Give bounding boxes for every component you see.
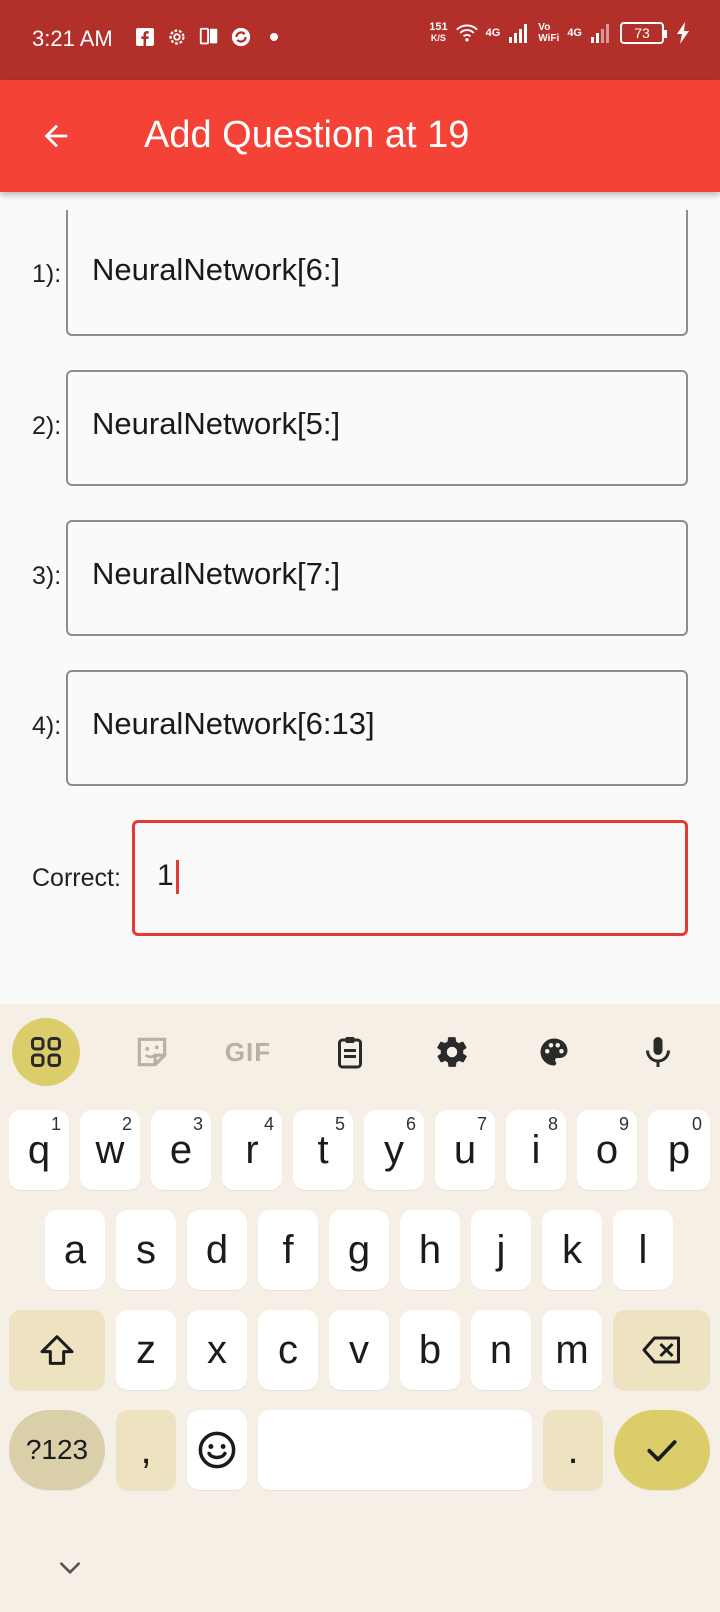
emoji-icon	[198, 1431, 236, 1469]
key-y[interactable]: y6	[364, 1110, 424, 1190]
status-right-icons: 151 K/S 4G Vo WiFi 4G 73	[429, 22, 694, 44]
emoji-key[interactable]	[187, 1410, 247, 1490]
settings-icon	[437, 1037, 467, 1067]
backspace-key[interactable]	[613, 1310, 710, 1390]
correct-answer-value: 1	[157, 859, 179, 895]
key-g[interactable]: g	[329, 1210, 389, 1290]
key-t[interactable]: t5	[293, 1110, 353, 1190]
theme-button[interactable]	[520, 1018, 588, 1086]
key-l[interactable]: l	[613, 1210, 673, 1290]
arrow-back-icon	[44, 124, 68, 148]
palette-icon	[540, 1038, 568, 1066]
clipboard-icon	[338, 1037, 362, 1069]
key-m[interactable]: m	[542, 1310, 602, 1390]
key-i[interactable]: i8	[506, 1110, 566, 1190]
space-key[interactable]	[258, 1410, 532, 1490]
correct-answer-input[interactable]: 1	[132, 820, 688, 936]
more-notifications-dot	[270, 33, 278, 41]
answer-field-3[interactable]: NeuralNetwork[7:]	[66, 520, 688, 636]
status-bar: 3:21 AM 151 K/S 4G Vo WiFi 4G 73	[0, 0, 720, 80]
vowifi-label: Vo WiFi	[538, 22, 560, 44]
key-e[interactable]: e3	[151, 1110, 211, 1190]
hide-keyboard-button[interactable]	[48, 1548, 92, 1588]
signal-icon	[508, 22, 530, 44]
comma-key[interactable]: ,	[116, 1410, 176, 1490]
done-key[interactable]	[614, 1410, 710, 1490]
key-r[interactable]: r4	[222, 1110, 282, 1190]
sticker-icon	[137, 1037, 167, 1067]
key-d[interactable]: d	[187, 1210, 247, 1290]
microphone-icon	[646, 1037, 670, 1067]
wifi-icon	[455, 22, 478, 44]
gif-label: GIF	[224, 1036, 272, 1067]
answer-label: 1):	[32, 260, 62, 288]
back-button[interactable]	[30, 110, 82, 162]
key-v[interactable]: v	[329, 1310, 389, 1390]
chevron-down-icon	[60, 1562, 80, 1575]
period-key[interactable]: .	[543, 1410, 603, 1490]
facebook-icon	[134, 26, 156, 48]
network-type-1: 4G	[485, 26, 501, 39]
key-p[interactable]: p0	[648, 1110, 710, 1190]
key-b[interactable]: b	[400, 1310, 460, 1390]
notification-icons	[134, 26, 278, 48]
answer-field-4[interactable]: NeuralNetwork[6:13]	[66, 670, 688, 786]
key-x[interactable]: x	[187, 1310, 247, 1390]
key-h[interactable]: h	[400, 1210, 460, 1290]
apps-grid-button[interactable]	[12, 1018, 80, 1086]
symbols-key[interactable]: ?123	[9, 1410, 105, 1490]
answer-value: NeuralNetwork[6:]	[92, 252, 341, 287]
text-cursor	[175, 860, 179, 895]
clipboard-button[interactable]	[316, 1018, 384, 1086]
signal-icon-2	[590, 22, 612, 44]
answer-value: NeuralNetwork[7:]	[92, 556, 341, 591]
key-w[interactable]: w2	[80, 1110, 140, 1190]
charging-icon	[672, 22, 694, 44]
gear-notification-icon	[166, 26, 188, 48]
backspace-icon	[642, 1336, 680, 1364]
answer-value: NeuralNetwork[6:13]	[92, 706, 375, 741]
key-n[interactable]: n	[471, 1310, 531, 1390]
answer-field-2[interactable]: NeuralNetwork[5:]	[66, 370, 688, 486]
answer-label: 3):	[32, 562, 62, 590]
battery-icon: 73	[620, 22, 667, 44]
settings-button[interactable]	[418, 1018, 486, 1086]
shift-key[interactable]	[9, 1310, 105, 1390]
status-time: 3:21 AM	[32, 26, 113, 51]
shift-icon	[40, 1335, 74, 1365]
soft-keyboard: GIF q1 w2 e3 r4 t5 y6 u7 i8 o9 p0 a s d …	[0, 1004, 720, 1612]
network-speed: 151 K/S	[429, 21, 448, 44]
key-a[interactable]: a	[45, 1210, 105, 1290]
check-icon	[647, 1440, 677, 1462]
apps-grid-icon	[31, 1037, 61, 1067]
key-u[interactable]: u7	[435, 1110, 495, 1190]
key-q[interactable]: q1	[9, 1110, 69, 1190]
answer-label: 4):	[32, 712, 62, 740]
key-c[interactable]: c	[258, 1310, 318, 1390]
key-z[interactable]: z	[116, 1310, 176, 1390]
key-o[interactable]: o9	[577, 1110, 637, 1190]
network-type-2: 4G	[567, 26, 582, 39]
key-k[interactable]: k	[542, 1210, 602, 1290]
answer-label: 2):	[32, 412, 62, 440]
phone-transfer-icon	[198, 26, 220, 48]
gif-button[interactable]: GIF	[214, 1018, 282, 1086]
correct-label: Correct:	[32, 864, 121, 892]
key-j[interactable]: j	[471, 1210, 531, 1290]
key-s[interactable]: s	[116, 1210, 176, 1290]
app-bar: Add Question at 19	[0, 80, 720, 192]
answer-value: NeuralNetwork[5:]	[92, 406, 341, 441]
answer-field-1[interactable]: NeuralNetwork[6:]	[66, 210, 688, 336]
key-f[interactable]: f	[258, 1210, 318, 1290]
sync-app-icon	[230, 26, 252, 48]
sticker-button[interactable]	[118, 1018, 186, 1086]
voice-input-button[interactable]	[624, 1018, 692, 1086]
page-title: Add Question at 19	[144, 114, 470, 156]
keyboard-toolbar: GIF	[0, 1004, 720, 1100]
